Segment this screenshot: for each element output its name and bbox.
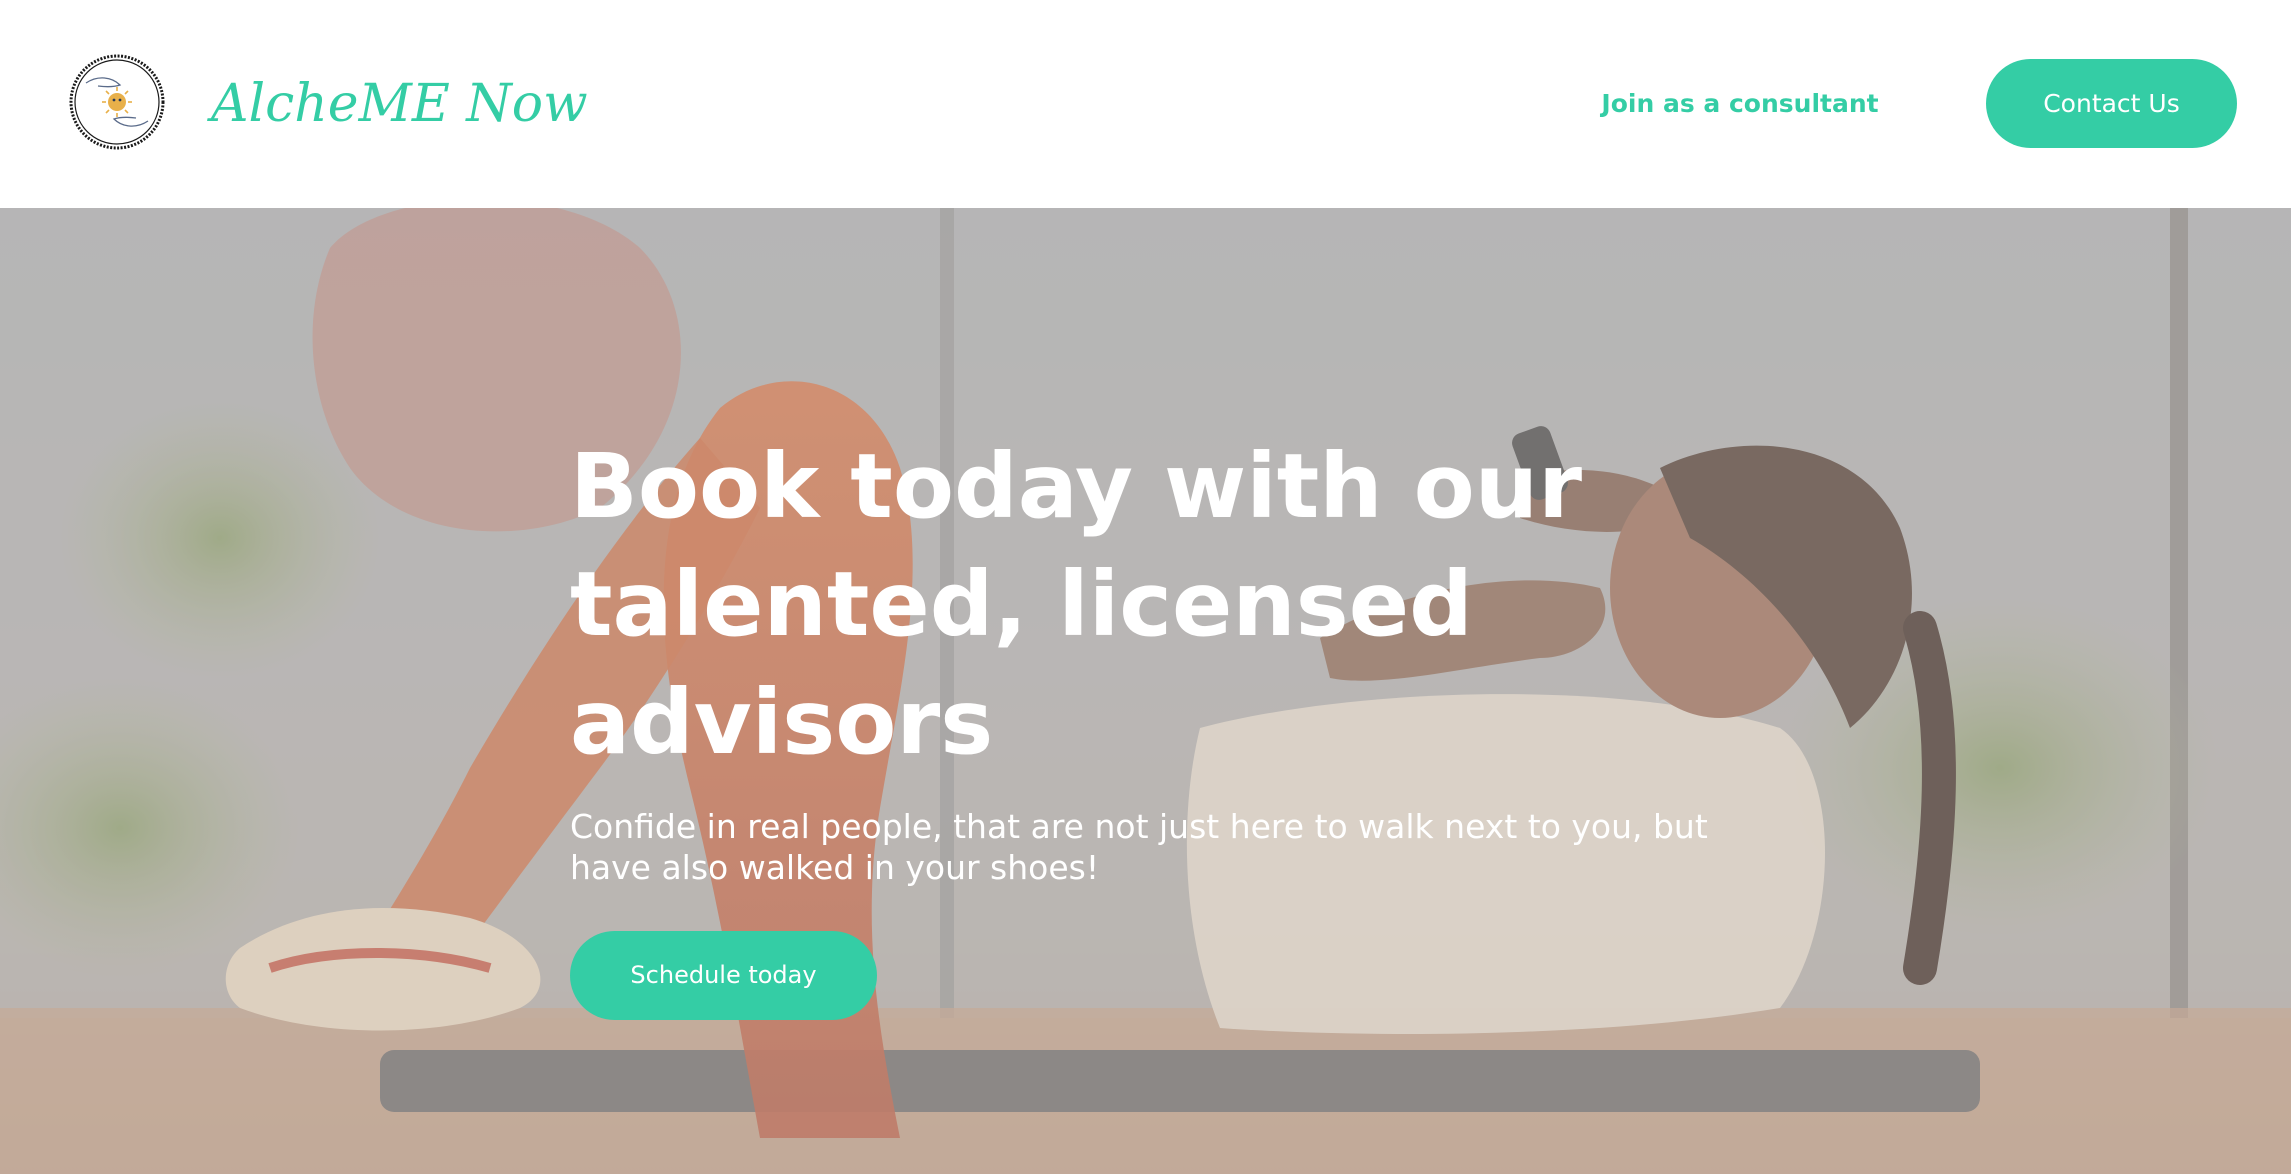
- hands-sun-logo-icon[interactable]: [68, 53, 166, 151]
- join-consultant-link[interactable]: Join as a consultant: [1580, 80, 1900, 128]
- schedule-today-button[interactable]: Schedule today: [570, 931, 877, 1020]
- brand-name[interactable]: AlcheME Now: [211, 64, 588, 144]
- hero-title: Book today with our talented, licensed a…: [570, 434, 1583, 774]
- contact-us-button[interactable]: Contact Us: [1986, 59, 2237, 148]
- hero-section: Book today with our talented, licensed a…: [0, 208, 2291, 1174]
- hero-subtitle: Confide in real people, that are not jus…: [570, 807, 1708, 887]
- site-header: AlcheME Now Join as a consultant Contact…: [0, 0, 2291, 208]
